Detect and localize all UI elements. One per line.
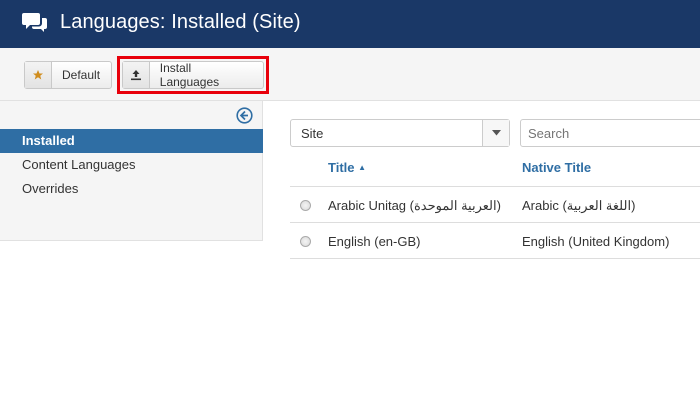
client-select-value: Site xyxy=(301,126,324,141)
row-radio[interactable] xyxy=(300,236,311,247)
table-row: English (en-GB) English (United Kingdom) xyxy=(290,222,700,258)
sidebar: Installed Content Languages Overrides xyxy=(0,101,263,241)
page-header: Languages: Installed (Site) xyxy=(0,0,700,48)
sort-ascending-icon: ▲ xyxy=(358,163,367,172)
sidebar-item-overrides[interactable]: Overrides xyxy=(0,177,263,201)
row-title: Arabic Unitag (العربية الموحدة) xyxy=(328,198,501,213)
table-row: Arabic Unitag (العربية الموحدة) Arabic (… xyxy=(290,186,700,222)
row-radio[interactable] xyxy=(300,200,311,211)
collapse-sidebar-icon[interactable] xyxy=(236,107,253,124)
column-title[interactable]: Title ▲ xyxy=(328,152,366,184)
default-button[interactable]: Default xyxy=(24,61,112,89)
row-title: English (en-GB) xyxy=(328,234,421,249)
client-select[interactable]: Site xyxy=(290,119,510,147)
column-native-title[interactable]: Native Title xyxy=(522,152,591,184)
highlight-box xyxy=(117,56,269,94)
table-bottom-border xyxy=(290,258,700,259)
star-icon xyxy=(25,62,52,88)
row-native-title: English (United Kingdom) xyxy=(522,234,670,249)
page-title: Languages: Installed (Site) xyxy=(60,11,301,33)
column-title-label: Title xyxy=(328,160,355,175)
caret-down-icon xyxy=(482,120,509,146)
search-input[interactable] xyxy=(520,119,700,147)
row-native-title: Arabic (اللغة العربية) xyxy=(522,198,636,213)
sidebar-item-installed[interactable]: Installed xyxy=(0,129,263,153)
default-button-label: Default xyxy=(62,68,101,82)
speech-bubbles-icon xyxy=(22,13,47,32)
sidebar-item-content-languages[interactable]: Content Languages xyxy=(0,153,263,177)
